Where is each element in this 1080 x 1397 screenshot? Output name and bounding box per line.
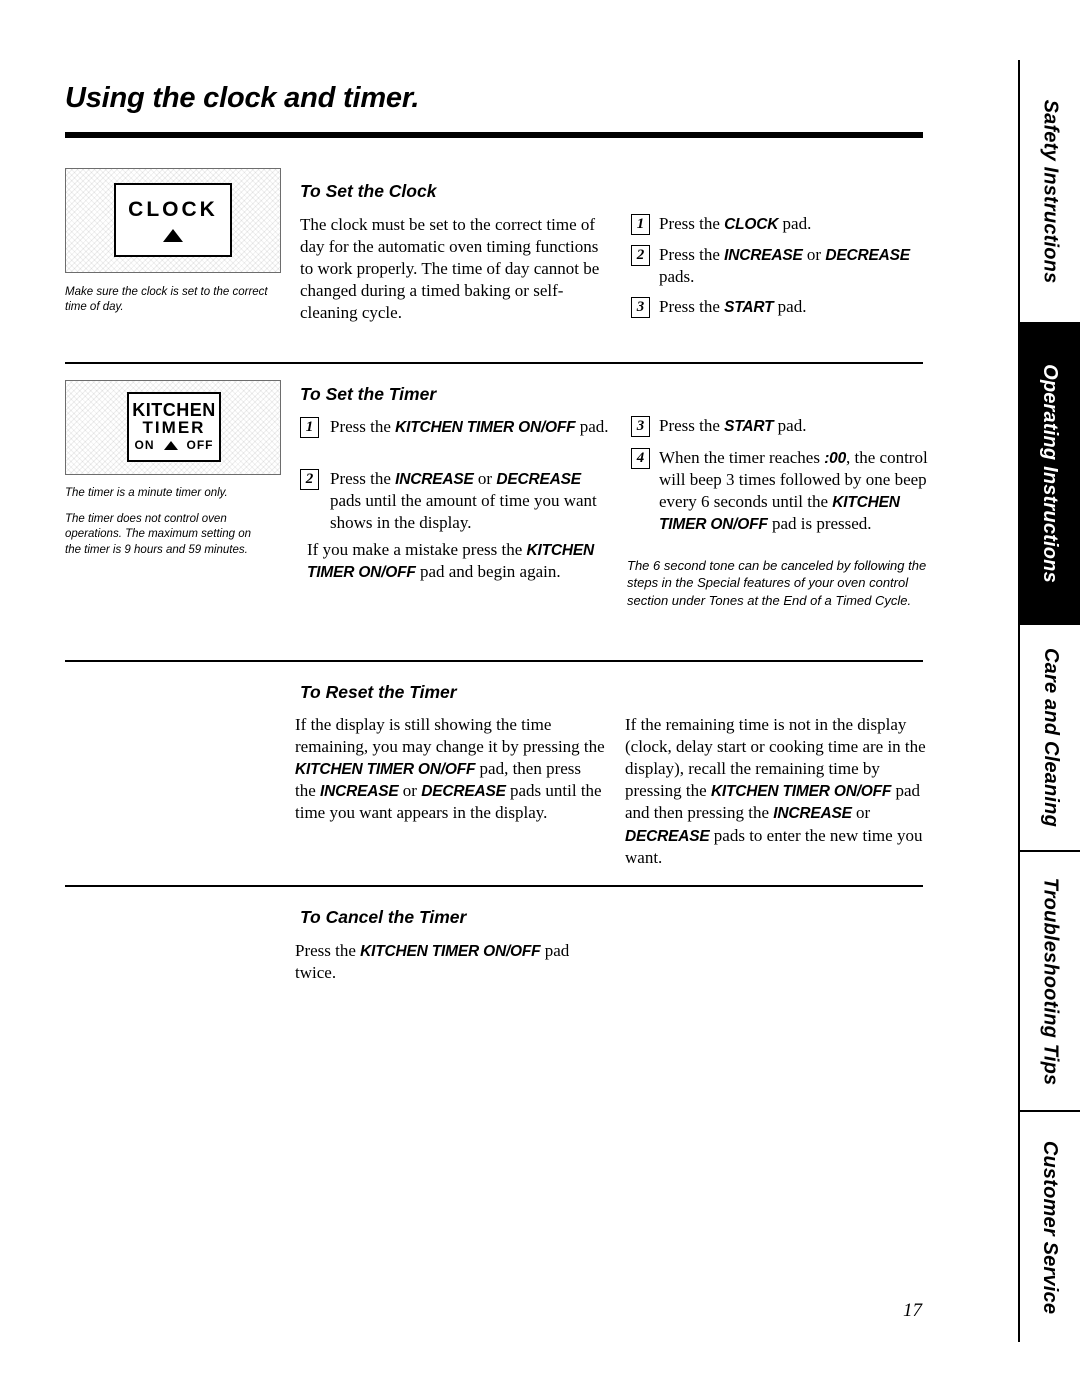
timer-note-1: The timer is a minute timer only. [65,487,228,499]
kitchen-timer-pad-key: KITCHEN TIMER ON OFF [127,392,221,462]
kitchen-timer-label-line2: TIMER [142,418,206,438]
set-clock-step-1: Press the CLOCK pad. [659,214,812,233]
heading-cancel-timer: To Cancel the Timer [300,907,467,927]
step-number-1: 1 [300,417,319,438]
set-clock-step-2: Press the INCREASE or DECREASE pads. [659,245,910,287]
timer-note-2: The timer does not control oven operatio… [65,513,252,556]
heading-reset-timer: To Reset the Timer [300,682,457,702]
side-tab-care-and-cleaning[interactable]: Care and Cleaning [1018,625,1080,850]
side-tab-label: Customer Service [1039,1140,1062,1314]
side-tab-safety-instructions[interactable]: Safety Instructions [1018,60,1080,322]
heading-set-timer: To Set the Timer [300,384,437,404]
kitchen-timer-pad-illustration: KITCHEN TIMER ON OFF [65,380,281,475]
set-timer-step-3: Press the START pad. [659,416,807,435]
side-tab-label: Operating Instructions [1038,364,1061,583]
side-tab-label: Care and Cleaning [1039,648,1062,827]
set-timer-step-1: Press the KITCHEN TIMER ON/OFF pad. [330,417,609,436]
side-tab-troubleshooting-tips[interactable]: Troubleshooting Tips [1018,852,1080,1110]
set-timer-mistake-text: If you make a mistake press the KITCHEN … [307,540,595,582]
step-number-2: 2 [300,469,319,490]
manual-page: Using the clock and timer. CLOCK Make su… [0,0,1080,1397]
page-title: Using the clock and timer. [65,82,420,114]
kitchen-timer-off-label: OFF [186,438,214,453]
set-clock-intro: The clock must be set to the correct tim… [300,215,600,323]
triangle-up-icon [163,228,183,242]
reset-timer-left-text: If the display is still showing the time… [295,715,605,823]
triangle-up-icon [163,440,178,450]
kitchen-timer-label-line1: KITCHEN [132,400,216,421]
step-number-2: 2 [631,245,650,266]
page-number: 17 [903,1300,922,1321]
step-number-1: 1 [631,214,650,235]
section-divider-3 [65,885,923,887]
cancel-timer-text: Press the KITCHEN TIMER ON/OFF pad twice… [295,941,570,983]
step-number-3: 3 [631,297,650,318]
set-clock-step-3: Press the START pad. [659,297,807,316]
kitchen-timer-on-label: ON [134,438,155,453]
set-timer-step-2: Press the INCREASE or DECREASE pads unti… [330,469,597,533]
clock-pad-key: CLOCK [114,183,232,257]
side-tab-label: Troubleshooting Tips [1039,877,1062,1085]
set-timer-step-4: When the timer reaches :00, the control … [659,448,928,534]
kitchen-timer-onoff-row: ON OFF [135,438,214,452]
clock-pad-illustration: CLOCK [65,168,281,273]
section-divider-1 [65,362,923,364]
clock-pad-label: CLOCK [128,197,218,221]
step-number-3: 3 [631,416,650,437]
step-number-4: 4 [631,448,650,469]
six-second-tone-note: The 6 second tone can be canceled by fol… [627,558,927,608]
title-rule [65,132,923,138]
side-tab-label: Safety Instructions [1039,99,1062,283]
side-tab-customer-service[interactable]: Customer Service [1018,1112,1080,1342]
section-divider-2 [65,660,923,662]
heading-set-clock: To Set the Clock [300,181,437,201]
clock-note: Make sure the clock is set to the correc… [65,286,268,314]
side-tab-operating-instructions[interactable]: Operating Instructions [1018,322,1080,625]
reset-timer-right-text: If the remaining time is not in the disp… [625,715,926,867]
